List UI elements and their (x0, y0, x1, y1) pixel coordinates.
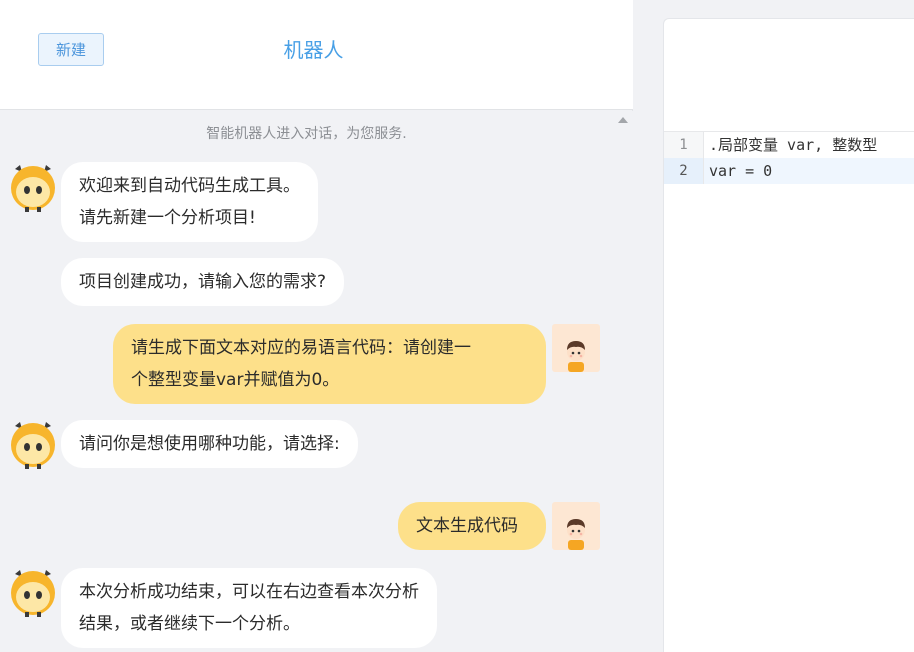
code-line-active[interactable]: 2 var = 0 (664, 158, 914, 184)
message-list[interactable]: 智能机器人进入对话，为您服务. 欢迎来到自动代码生成工具。 请先新建一个分析项目… (0, 111, 613, 652)
system-notice: 智能机器人进入对话，为您服务. (206, 126, 407, 142)
app-root: 新建 机器人 智能机器人进入对话，为您服务. 欢迎来到自动代码生成工具。 请先新… (0, 0, 914, 652)
message-line: 请生成下面文本对应的易语言代码：请创建一 (131, 338, 471, 358)
bot-avatar-icon (8, 420, 58, 470)
message-line: 项目创建成功，请输入您的需求? (79, 272, 327, 292)
chat-panel: 新建 机器人 智能机器人进入对话，为您服务. 欢迎来到自动代码生成工具。 请先新… (0, 0, 633, 652)
bot-message: 欢迎来到自动代码生成工具。 请先新建一个分析项目! (61, 162, 318, 242)
message-line: 请先新建一个分析项目! (79, 208, 256, 228)
code-line[interactable]: 1 .局部变量 var, 整数型 (664, 132, 914, 158)
message-line: 结果，或者继续下一个分析。 (79, 614, 300, 634)
line-number: 1 (664, 132, 704, 158)
user-message: 请生成下面文本对应的易语言代码：请创建一 个整型变量var并赋值为0。 (113, 324, 546, 404)
chat-header: 新建 机器人 (0, 0, 633, 110)
bot-message: 项目创建成功，请输入您的需求? (61, 258, 345, 306)
chat-title: 机器人 (283, 38, 344, 62)
user-message[interactable]: 文本生成代码 (398, 502, 546, 550)
code-text[interactable]: var = 0 (709, 158, 772, 184)
message-line: 文本生成代码 (416, 516, 518, 536)
message-line: 请问你是想使用哪种功能，请选择: (79, 434, 340, 454)
chat-scrollbar[interactable] (613, 111, 633, 652)
user-avatar-icon (552, 324, 600, 372)
user-avatar-icon (552, 502, 600, 550)
code-editor[interactable]: 1 .局部变量 var, 整数型 2 var = 0 (664, 132, 914, 184)
code-output-panel: 1 .局部变量 var, 整数型 2 var = 0 (663, 18, 914, 652)
bot-avatar-icon (8, 568, 58, 618)
line-number: 2 (664, 158, 704, 184)
scroll-up-arrow-icon[interactable] (618, 117, 628, 123)
bot-avatar-icon (8, 163, 58, 213)
message-line: 欢迎来到自动代码生成工具。 (79, 176, 300, 196)
message-line: 个整型变量var并赋值为0。 (131, 370, 340, 390)
code-text[interactable]: .局部变量 var, 整数型 (709, 132, 877, 158)
message-line: 本次分析成功结束，可以在右边查看本次分析 (79, 582, 419, 602)
bot-message: 本次分析成功结束，可以在右边查看本次分析 结果，或者继续下一个分析。 (61, 568, 437, 648)
bot-message: 请问你是想使用哪种功能，请选择: (61, 420, 358, 468)
